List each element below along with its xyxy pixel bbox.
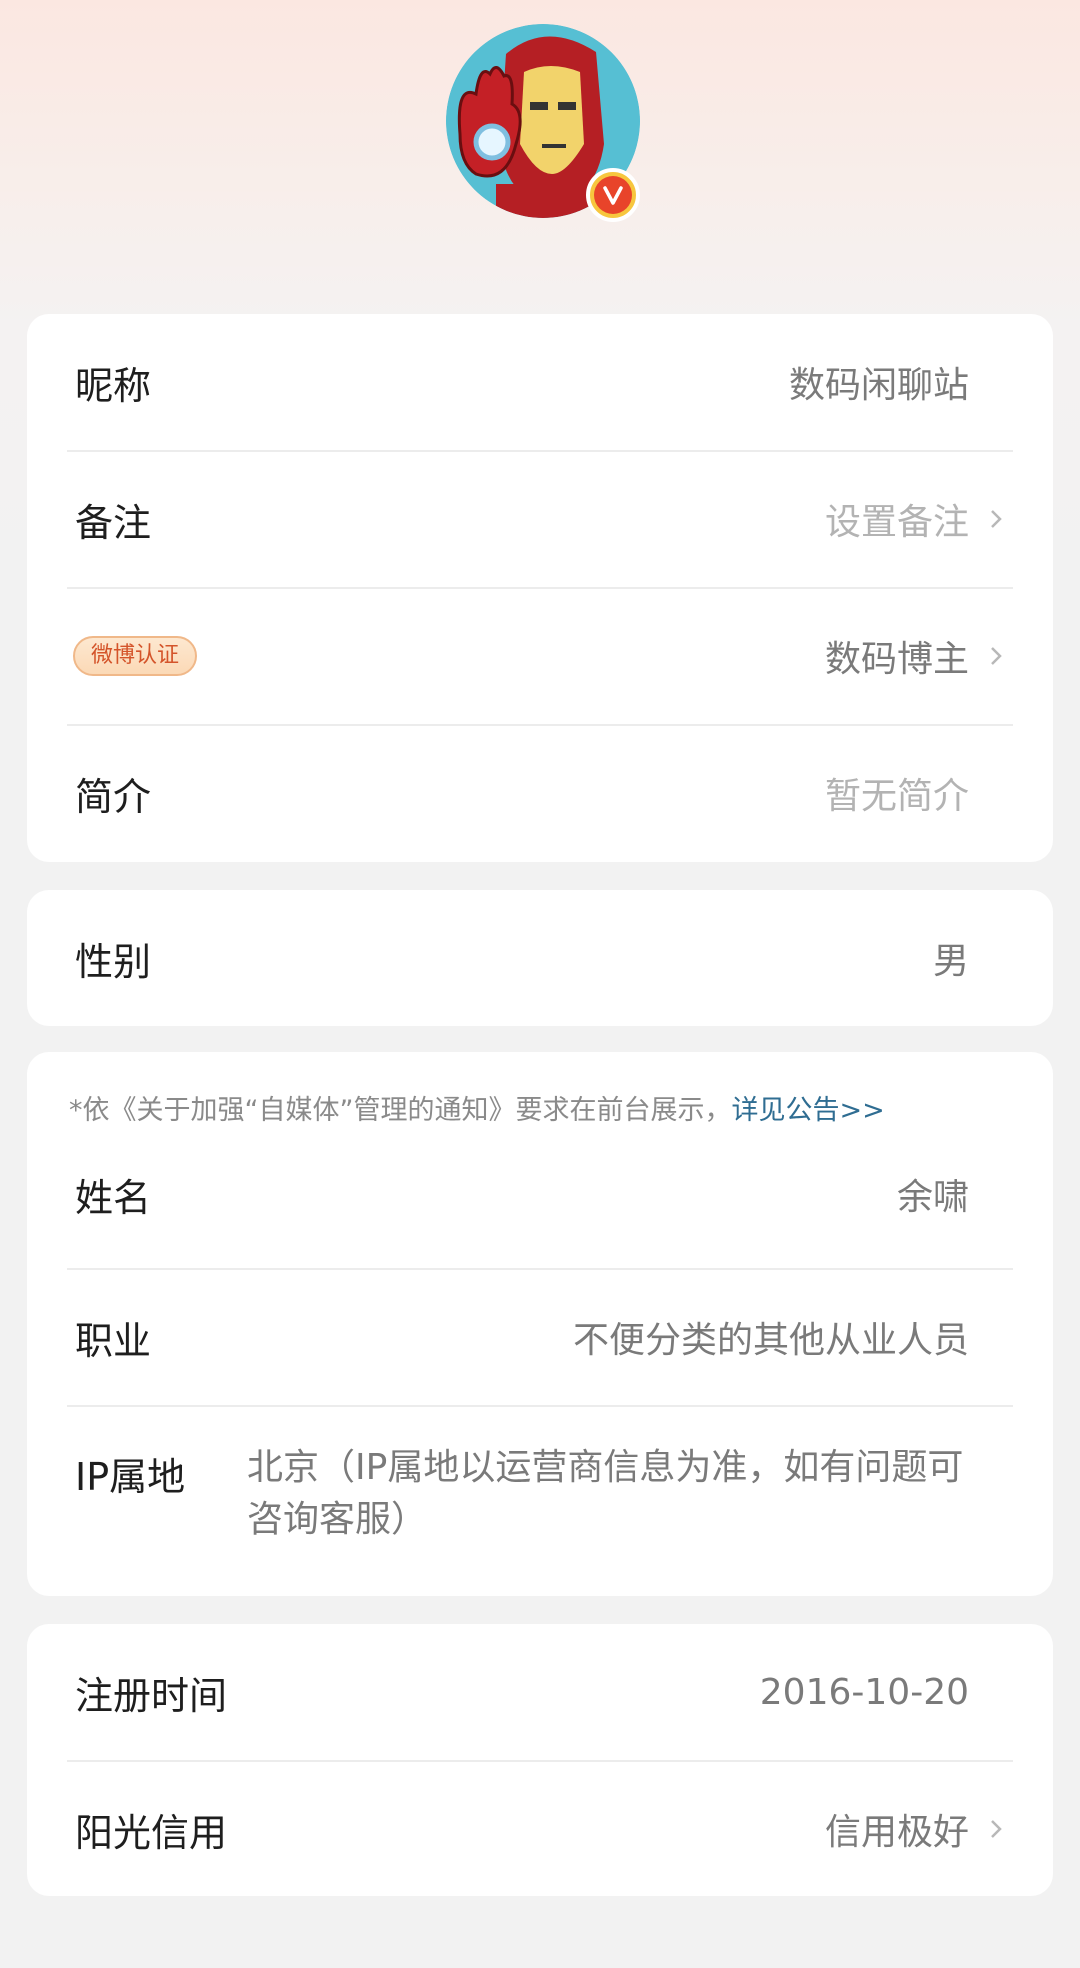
bio-label: 简介 bbox=[75, 774, 152, 819]
remark-value: 设置备注 bbox=[824, 502, 969, 543]
avatar[interactable] bbox=[446, 24, 640, 222]
register-time-value: 2016-10-20 bbox=[759, 1671, 969, 1713]
weibo-certification-badge: 微博认证 bbox=[73, 636, 198, 676]
chevron-right-icon bbox=[991, 647, 1002, 665]
bio-row: 简介 暂无简介 bbox=[27, 725, 1053, 861]
real-info-card: *依《关于加强“自媒体”管理的通知》要求在前台展示，详见公告>> 姓名 余啸 职… bbox=[27, 1052, 1053, 1596]
sunshine-credit-row[interactable]: 阳光信用 信用极好 bbox=[27, 1761, 1053, 1897]
nickname-row: 昵称 数码闲聊站 bbox=[27, 314, 1053, 450]
account-info-card: 注册时间 2016-10-20 阳光信用 信用极好 bbox=[27, 1624, 1053, 1896]
name-row: 姓名 余啸 bbox=[27, 1136, 1053, 1252]
name-value: 余啸 bbox=[896, 1177, 969, 1218]
register-time-label: 注册时间 bbox=[75, 1673, 228, 1718]
ip-location-row: IP属地 北京（IP属地以运营商信息为准，如有问题可咨询客服） bbox=[27, 1406, 1053, 1596]
gender-card: 性别 男 bbox=[27, 890, 1053, 1026]
nickname-value: 数码闲聊站 bbox=[788, 365, 969, 406]
certification-row[interactable]: 微博认证 数码博主 bbox=[27, 588, 1053, 724]
ip-location-label: IP属地 bbox=[75, 1455, 186, 1499]
notice-text: *依《关于加强“自媒体”管理的通知》要求在前台展示，详见公告>> bbox=[69, 1088, 885, 1127]
notice-body: *依《关于加强“自媒体”管理的通知》要求在前台展示， bbox=[69, 1095, 732, 1126]
basic-info-card: 昵称 数码闲聊站 备注 设置备注 微博认证 数码博主 简介 暂无简介 bbox=[27, 314, 1053, 862]
sunshine-credit-value: 信用极好 bbox=[824, 1812, 969, 1853]
gender-value: 男 bbox=[932, 941, 969, 982]
certification-value: 数码博主 bbox=[824, 639, 969, 680]
remark-label: 备注 bbox=[75, 500, 152, 545]
sunshine-credit-label: 阳光信用 bbox=[75, 1810, 228, 1855]
bio-value: 暂无简介 bbox=[824, 776, 969, 817]
verified-v-icon bbox=[586, 168, 640, 222]
chevron-right-icon bbox=[991, 1820, 1002, 1838]
gender-row: 性别 男 bbox=[27, 890, 1053, 1026]
remark-row[interactable]: 备注 设置备注 bbox=[27, 451, 1053, 587]
occupation-label: 职业 bbox=[75, 1318, 152, 1363]
occupation-row: 职业 不便分类的其他从业人员 bbox=[27, 1269, 1053, 1405]
chevron-right-icon bbox=[991, 510, 1002, 528]
ip-location-value: 北京（IP属地以运营商信息为准，如有问题可咨询客服） bbox=[247, 1447, 964, 1540]
nickname-label: 昵称 bbox=[75, 363, 152, 408]
occupation-value: 不便分类的其他从业人员 bbox=[572, 1320, 969, 1361]
name-label: 姓名 bbox=[75, 1175, 152, 1220]
gender-label: 性别 bbox=[75, 939, 152, 984]
register-time-row: 注册时间 2016-10-20 bbox=[27, 1624, 1053, 1760]
notice-link[interactable]: 详见公告>> bbox=[731, 1095, 884, 1126]
